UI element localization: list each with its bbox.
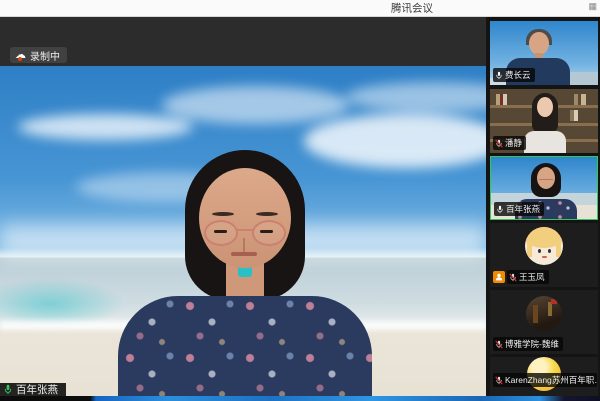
mic-on-icon — [3, 384, 13, 395]
participant-tile-4[interactable]: 王玉凤 — [490, 223, 598, 287]
desktop-wallpaper-strip — [0, 396, 600, 401]
participant-tile-5[interactable]: 博雅学院-魏维 — [490, 290, 598, 354]
glasses-illustration — [539, 175, 553, 180]
main-speaker-video[interactable] — [0, 66, 486, 396]
speaker-eye-left — [214, 230, 227, 233]
anime-avatar — [525, 227, 563, 265]
participant-tile-6[interactable]: KarenZhang苏州百年职… — [490, 357, 598, 401]
avatar-hair-strand — [527, 240, 532, 257]
participant-nametag: 潘静 — [493, 136, 526, 150]
participant-nametag-row: 王玉凤 — [493, 270, 549, 284]
mic-muted-icon — [495, 139, 503, 148]
main-video-stage: ☁ 录制中 百年张燕 — [0, 17, 486, 401]
layout-grid-icon[interactable]: ▦ — [588, 2, 597, 11]
avatar-eye — [548, 249, 551, 253]
speaker-eye-right — [260, 230, 273, 233]
meeting-content: ☁ 录制中 百年张燕 — [0, 17, 600, 401]
recording-dot-icon — [18, 57, 22, 61]
recording-label: 录制中 — [30, 48, 60, 63]
avatar-photo-detail — [533, 305, 538, 323]
participants-sidebar: 费长云 潘静 — [486, 17, 600, 401]
title-bar: 腾讯会议 ▦ — [0, 0, 600, 17]
participant-name: 费长云 — [505, 69, 531, 81]
mic-on-icon — [495, 71, 503, 80]
glasses-right-lens — [252, 220, 286, 246]
participant-tile-3-active-speaker[interactable]: 百年张燕 — [490, 156, 598, 220]
speaker-eyebrow-left — [212, 212, 234, 216]
man-face-illustration — [529, 32, 549, 55]
mic-muted-icon — [495, 340, 503, 349]
mic-muted-icon — [509, 273, 517, 282]
avatar-mouth — [542, 256, 547, 258]
mic-muted-icon — [495, 376, 503, 385]
participant-nametag: 王玉凤 — [507, 270, 549, 284]
participant-name: 潘静 — [505, 137, 522, 149]
avatar-photo-detail — [548, 302, 552, 316]
mic-on-icon — [496, 205, 504, 214]
hand-raised-badge-icon — [493, 271, 505, 283]
participant-nametag: 百年张燕 — [494, 202, 544, 216]
avatar-photo-detail — [551, 299, 557, 304]
participant-nametag: 费长云 — [493, 68, 535, 82]
tencent-meeting-window: 腾讯会议 ▦ — [0, 0, 600, 401]
cloud-recording-icon: ☁ — [15, 50, 26, 61]
window-title: 腾讯会议 — [391, 1, 433, 16]
woman-face-illustration — [537, 97, 553, 117]
participant-name: 博雅学院-魏维 — [505, 338, 559, 350]
participant-tile-1[interactable]: 费长云 — [490, 21, 598, 85]
main-speaker-nametag: 百年张燕 — [0, 383, 66, 397]
speaker-floral-top-illustration — [118, 296, 372, 396]
participant-tile-2[interactable]: 潘静 — [490, 89, 598, 153]
avatar-hair-strand — [556, 240, 561, 257]
clouds-decoration — [18, 114, 193, 140]
speaker-eyebrow-right — [256, 212, 278, 216]
participant-nametag: 博雅学院-魏维 — [493, 337, 563, 351]
participant-nametag: KarenZhang苏州百年职… — [493, 373, 597, 387]
glasses-bridge — [237, 229, 253, 231]
participant-name: KarenZhang苏州百年职… — [505, 374, 597, 386]
recording-badge[interactable]: ☁ 录制中 — [10, 47, 67, 63]
participant-name: 百年张燕 — [506, 203, 540, 215]
avatar-eye — [538, 249, 541, 253]
glasses-left-lens — [204, 220, 238, 246]
main-speaker-name: 百年张燕 — [16, 382, 58, 397]
photo-avatar — [526, 296, 562, 332]
speaker-mouth — [231, 252, 257, 256]
participant-name: 王玉凤 — [519, 271, 545, 283]
woman-top-illustration — [524, 131, 566, 153]
